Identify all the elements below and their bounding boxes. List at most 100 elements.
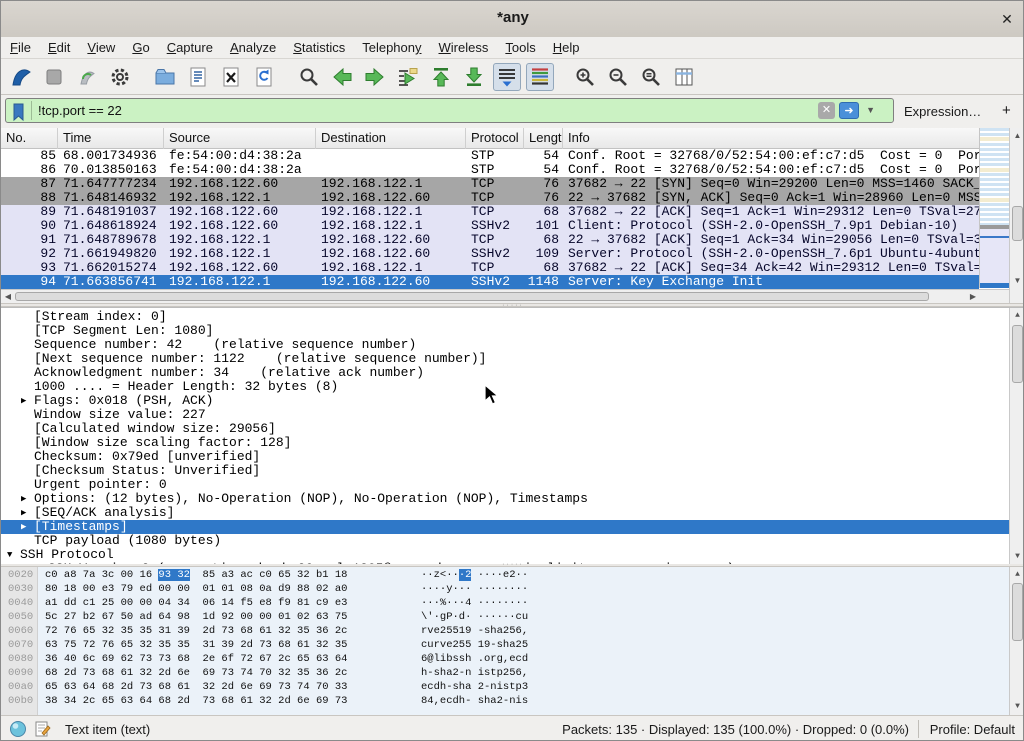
hex-bytes[interactable]: 36 40 6c 69 62 73 73 68 2e 6f 72 67 2c 6… — [45, 652, 347, 666]
packet-row[interactable]: 9371.662015274192.168.122.60192.168.122.… — [1, 261, 979, 275]
find-packet-icon[interactable] — [295, 63, 323, 91]
detail-tree-row[interactable]: Sequence number: 42 (relative sequence n… — [1, 338, 1009, 352]
open-file-icon[interactable] — [151, 63, 179, 91]
detail-tree-row[interactable]: [Calculated window size: 29056] — [1, 422, 1009, 436]
go-back-icon[interactable] — [328, 63, 356, 91]
column-header-length[interactable]: Length — [524, 128, 563, 149]
hex-row[interactable]: 007063 75 72 76 65 32 35 35 31 39 2d 73 … — [1, 638, 1009, 652]
menu-item-capture[interactable]: Capture — [167, 40, 213, 55]
scroll-down-icon[interactable]: ▼ — [1010, 700, 1024, 714]
go-first-icon[interactable] — [427, 63, 455, 91]
hex-ascii[interactable]: 6@libssh .org,ecd — [421, 652, 528, 666]
hex-bytes[interactable]: 63 75 72 76 65 32 35 35 31 39 2d 73 68 6… — [45, 638, 347, 652]
hex-row[interactable]: 008036 40 6c 69 62 73 73 68 2e 6f 72 67 … — [1, 652, 1009, 666]
hex-row[interactable]: 00505c 27 b2 67 50 ad 64 98 1d 92 00 00 … — [1, 610, 1009, 624]
start-capture-icon[interactable] — [7, 63, 35, 91]
filter-apply-icon[interactable]: ➜ — [839, 102, 859, 119]
menu-item-tools[interactable]: Tools — [505, 40, 535, 55]
menu-item-file[interactable]: File — [10, 40, 31, 55]
detail-tree-row[interactable]: ▶Flags: 0x018 (PSH, ACK) — [1, 394, 1009, 408]
packet-row[interactable]: 8971.648191037192.168.122.60192.168.122.… — [1, 205, 979, 219]
stop-capture-icon[interactable] — [40, 63, 68, 91]
scrollbar-thumb[interactable] — [15, 292, 929, 301]
scroll-down-icon[interactable]: ▼ — [1010, 274, 1024, 288]
display-filter-input[interactable]: !tcp.port == 22 ✕ ➜ ▼ — [5, 98, 894, 123]
detail-tree-row[interactable]: [Next sequence number: 1122 (relative se… — [1, 352, 1009, 366]
close-window-icon[interactable]: ✕ — [997, 9, 1017, 29]
packet-row[interactable]: 9071.648618924192.168.122.60192.168.122.… — [1, 219, 979, 233]
column-header-source[interactable]: Source — [164, 128, 316, 149]
detail-tree-row[interactable]: ▼SSH Protocol — [1, 548, 1009, 562]
packet-row[interactable]: 8871.648146932192.168.122.1192.168.122.6… — [1, 191, 979, 205]
reload-file-icon[interactable] — [250, 63, 278, 91]
detail-tree-row[interactable]: ▶[SEQ/ACK analysis] — [1, 506, 1009, 520]
detail-tree-row[interactable]: Urgent pointer: 0 — [1, 478, 1009, 492]
scroll-down-icon[interactable]: ▼ — [1010, 550, 1024, 564]
scroll-up-icon[interactable]: ▲ — [1010, 568, 1024, 582]
scroll-right-icon[interactable]: ▶ — [967, 291, 979, 303]
packet-row[interactable]: 9271.661949820192.168.122.1192.168.122.6… — [1, 247, 979, 261]
detail-tree-row[interactable]: Acknowledgment number: 34 (relative ack … — [1, 366, 1009, 380]
zoom-original-icon[interactable] — [637, 63, 665, 91]
scrollbar-thumb[interactable] — [1012, 206, 1023, 241]
hex-bytes[interactable]: 38 34 2c 65 63 64 68 2d 73 68 61 32 2d 6… — [45, 694, 347, 708]
expander-collapsed-icon[interactable]: ▶ — [21, 506, 26, 520]
hex-row[interactable]: 0020c0 a8 7a 3c 00 16 93 32 85 a3 ac c0 … — [1, 568, 1009, 582]
column-header-time[interactable]: Time — [58, 128, 164, 149]
go-to-packet-icon[interactable] — [394, 63, 422, 91]
menu-item-go[interactable]: Go — [132, 40, 149, 55]
detail-tree-row[interactable]: 1000 .... = Header Length: 32 bytes (8) — [1, 380, 1009, 394]
expander-collapsed-icon[interactable]: ▶ — [21, 492, 26, 506]
detail-tree-row[interactable]: Window size value: 227 — [1, 408, 1009, 422]
menu-item-statistics[interactable]: Statistics — [293, 40, 345, 55]
resize-columns-icon[interactable] — [670, 63, 698, 91]
filter-clear-icon[interactable]: ✕ — [818, 102, 835, 119]
packet-row[interactable]: 8568.001734936fe:54:00:d4:38:2aSTP54Conf… — [1, 149, 979, 163]
hex-bytes[interactable]: 5c 27 b2 67 50 ad 64 98 1d 92 00 00 01 0… — [45, 610, 347, 624]
expander-expanded-icon[interactable]: ▼ — [7, 548, 12, 562]
detail-tree-row[interactable]: Checksum: 0x79ed [unverified] — [1, 450, 1009, 464]
zoom-in-icon[interactable] — [571, 63, 599, 91]
hex-row[interactable]: 009068 2d 73 68 61 32 2d 6e 69 73 74 70 … — [1, 666, 1009, 680]
hex-bytes[interactable]: 72 76 65 32 35 35 31 39 2d 73 68 61 32 3… — [45, 624, 347, 638]
packet-row[interactable]: 9471.663856741192.168.122.1192.168.122.6… — [1, 275, 979, 289]
capture-comment-icon[interactable] — [33, 720, 51, 741]
column-header-no[interactable]: No. — [1, 128, 58, 149]
scroll-left-icon[interactable]: ◀ — [2, 291, 14, 303]
go-last-icon[interactable] — [460, 63, 488, 91]
expander-collapsed-icon[interactable]: ▶ — [21, 394, 26, 408]
capture-options-icon[interactable] — [106, 63, 134, 91]
auto-scroll-icon[interactable] — [493, 63, 521, 91]
expander-collapsed-icon[interactable]: ▶ — [21, 520, 26, 534]
save-file-icon[interactable] — [184, 63, 212, 91]
display-filter-text[interactable]: !tcp.port == 22 — [38, 103, 122, 118]
column-header-info[interactable]: Info — [563, 128, 1009, 149]
scroll-up-icon[interactable]: ▲ — [1010, 309, 1024, 323]
hex-ascii[interactable]: curve255 19-sha25 — [421, 638, 528, 652]
filter-bookmark-icon[interactable] — [9, 102, 29, 120]
close-file-icon[interactable] — [217, 63, 245, 91]
hex-vscrollbar[interactable]: ▲ ▼ — [1009, 567, 1024, 715]
hex-ascii[interactable]: h-sha2-n istp256, — [421, 666, 528, 680]
scrollbar-thumb[interactable] — [1012, 325, 1023, 383]
add-filter-button[interactable]: + — [1002, 102, 1011, 119]
detail-tree-row[interactable]: [Window size scaling factor: 128] — [1, 436, 1009, 450]
expression-button[interactable]: Expression… — [904, 104, 981, 119]
packet-row[interactable]: 9171.648789678192.168.122.1192.168.122.6… — [1, 233, 979, 247]
packet-list-hscrollbar[interactable]: ◀ ▶ — [1, 289, 1009, 303]
hex-ascii[interactable]: \'·gP·d· ······cu — [421, 610, 528, 624]
detail-tree-row[interactable]: [Checksum Status: Unverified] — [1, 464, 1009, 478]
hex-row[interactable]: 00b038 34 2c 65 63 64 68 2d 73 68 61 32 … — [1, 694, 1009, 708]
expert-info-icon[interactable] — [9, 720, 27, 741]
detail-tree-row[interactable]: ▶[Timestamps] — [1, 520, 1009, 534]
menu-item-wireless[interactable]: Wireless — [439, 40, 489, 55]
hex-bytes[interactable]: 80 18 00 e3 79 ed 00 00 01 01 08 0a d9 8… — [45, 582, 347, 596]
column-header-protocol[interactable]: Protocol — [466, 128, 524, 149]
status-profile[interactable]: Profile: Default — [930, 722, 1015, 737]
packet-row[interactable]: 8670.013850163fe:54:00:d4:38:2aSTP54Conf… — [1, 163, 979, 177]
title-bar[interactable]: *any ✕ — [1, 1, 1024, 38]
filter-dropdown-icon[interactable]: ▼ — [866, 105, 875, 115]
scroll-up-icon[interactable]: ▲ — [1010, 129, 1024, 143]
restart-capture-icon[interactable] — [73, 63, 101, 91]
detail-tree-row[interactable]: TCP payload (1080 bytes) — [1, 534, 1009, 548]
